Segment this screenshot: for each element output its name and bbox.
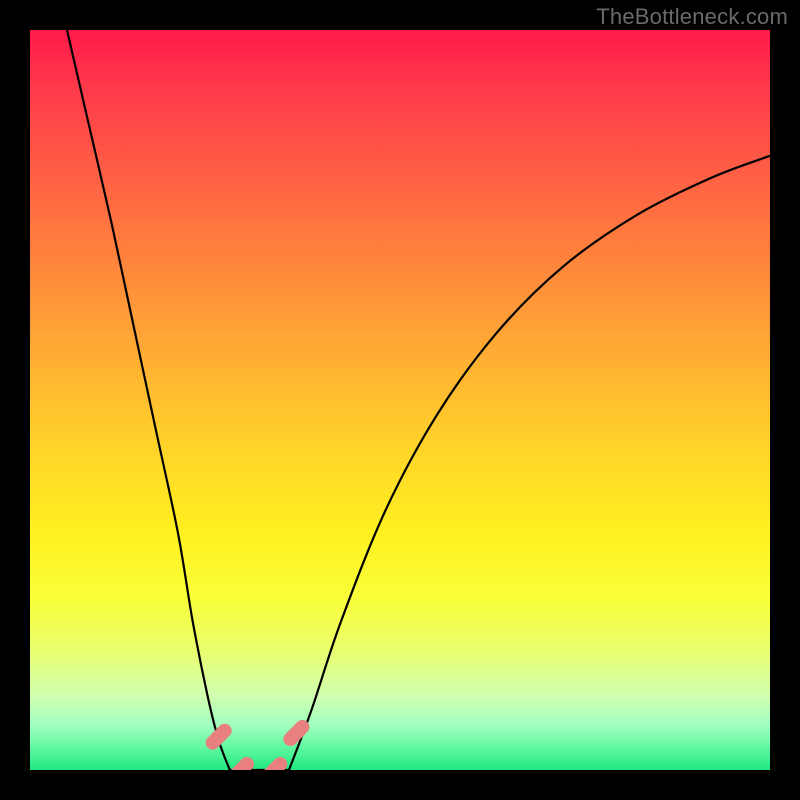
watermark-text: TheBottleneck.com	[596, 4, 788, 30]
curve-group	[67, 30, 770, 770]
chart-frame: TheBottleneck.com	[0, 0, 800, 800]
curve-left-branch	[67, 30, 230, 770]
plot-area	[30, 30, 770, 770]
marker-floor-right	[268, 764, 280, 770]
bottleneck-curve-svg	[30, 30, 770, 770]
marker-floor-left	[235, 764, 247, 770]
marker-left-shoulder	[213, 731, 225, 743]
curve-right-branch	[289, 156, 770, 770]
marker-right-shoulder	[290, 727, 302, 739]
